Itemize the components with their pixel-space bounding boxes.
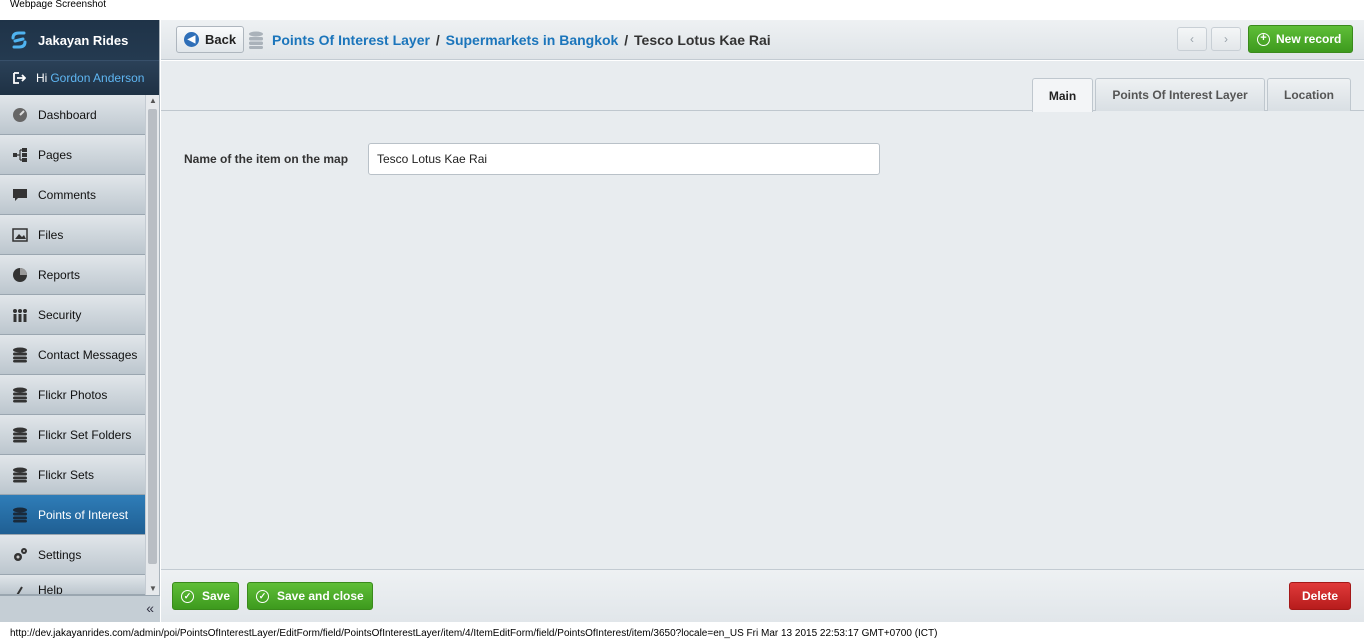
chevron-right-icon: › bbox=[1224, 32, 1228, 46]
save-and-close-button[interactable]: ✓ Save and close bbox=[247, 582, 373, 610]
check-circle-icon: ✓ bbox=[181, 589, 194, 603]
user-name-link[interactable]: Gordon Anderson bbox=[50, 71, 144, 85]
user-bar: Hi Gordon Anderson bbox=[0, 60, 159, 95]
next-record-button[interactable]: › bbox=[1211, 27, 1241, 51]
sidebar: Jakayan Rides Hi Gordon Anderson Dashboa… bbox=[0, 20, 160, 622]
scroll-thumb[interactable] bbox=[148, 109, 157, 564]
sidebar-item-help[interactable]: Help bbox=[0, 575, 145, 595]
breadcrumb-link-collection[interactable]: Supermarkets in Bangkok bbox=[446, 32, 619, 48]
sidebar-item-label: Flickr Sets bbox=[38, 467, 95, 482]
chevron-left-icon: ‹ bbox=[1190, 32, 1194, 46]
check-circle-icon: ✓ bbox=[256, 589, 269, 603]
sidebar-item-pages[interactable]: Pages bbox=[0, 135, 145, 175]
back-button[interactable]: ◀ Back bbox=[176, 26, 244, 53]
previous-record-button[interactable]: ‹ bbox=[1177, 27, 1207, 51]
help-icon bbox=[12, 583, 28, 594]
pie-chart-icon bbox=[12, 267, 28, 283]
tab-location[interactable]: Location bbox=[1267, 78, 1351, 111]
back-label: Back bbox=[205, 32, 237, 47]
breadcrumb-separator: / bbox=[624, 32, 629, 48]
database-icon bbox=[12, 387, 28, 403]
action-bar: ✓ Save ✓ Save and close Delete bbox=[161, 569, 1364, 622]
sidebar-item-label: Reports bbox=[38, 267, 81, 282]
sidebar-item-settings[interactable]: Settings bbox=[0, 535, 145, 575]
dashboard-icon bbox=[12, 107, 28, 123]
sidebar-item-label: Settings bbox=[38, 547, 82, 562]
sitemap-icon bbox=[12, 147, 28, 163]
sidebar-scrollbar[interactable]: ▲ ▼ bbox=[145, 95, 159, 595]
save-button[interactable]: ✓ Save bbox=[172, 582, 239, 610]
image-icon bbox=[12, 227, 28, 243]
sidebar-item-contact-messages[interactable]: Contact Messages bbox=[0, 335, 145, 375]
save-and-close-label: Save and close bbox=[277, 589, 364, 603]
logout-icon[interactable] bbox=[12, 71, 27, 85]
sidebar-item-label: Pages bbox=[38, 147, 73, 162]
main-menu: Dashboard Pages Comments Files Reports S… bbox=[0, 95, 145, 595]
sidebar-item-label: Contact Messages bbox=[38, 347, 138, 362]
app-name: Jakayan Rides bbox=[38, 32, 129, 48]
breadcrumb-separator: / bbox=[435, 32, 440, 48]
menu-wrap: Dashboard Pages Comments Files Reports S… bbox=[0, 95, 160, 595]
database-icon bbox=[12, 507, 28, 523]
sidebar-item-files[interactable]: Files bbox=[0, 215, 145, 255]
sidebar-item-flickr-set-folders[interactable]: Flickr Set Folders bbox=[0, 415, 145, 455]
sidebar-item-flickr-photos[interactable]: Flickr Photos bbox=[0, 375, 145, 415]
delete-button[interactable]: Delete bbox=[1289, 582, 1351, 610]
database-icon bbox=[12, 467, 28, 483]
tab-main[interactable]: Main bbox=[1032, 78, 1093, 112]
sidebar-item-label: Dashboard bbox=[38, 107, 97, 122]
sidebar-item-label: Comments bbox=[38, 187, 97, 202]
edit-form: Main Points Of Interest Layer Location N… bbox=[161, 61, 1364, 569]
database-icon bbox=[12, 427, 28, 443]
brand[interactable]: Jakayan Rides bbox=[0, 20, 159, 60]
plus-circle-icon: + bbox=[1257, 32, 1270, 46]
sidebar-item-points-of-interest[interactable]: Points of Interest bbox=[0, 495, 145, 535]
greeting: Hi bbox=[36, 71, 48, 85]
database-icon bbox=[12, 347, 28, 363]
gear-icon bbox=[12, 547, 28, 563]
sidebar-item-label: Help bbox=[38, 583, 63, 595]
new-record-button[interactable]: + New record bbox=[1248, 25, 1353, 53]
sidebar-item-label: Flickr Set Folders bbox=[38, 427, 132, 442]
breadcrumb-link-layer[interactable]: Points Of Interest Layer bbox=[272, 32, 430, 48]
collapse-sidebar-button[interactable]: « bbox=[146, 600, 154, 616]
scroll-down-arrow-icon[interactable]: ▼ bbox=[146, 583, 160, 595]
name-field[interactable] bbox=[368, 143, 880, 175]
sidebar-item-label: Flickr Photos bbox=[38, 387, 108, 402]
header-bar: ◀ Back Points Of Interest Layer / Superm… bbox=[161, 20, 1364, 60]
app-logo-icon bbox=[8, 29, 30, 51]
sidebar-item-comments[interactable]: Comments bbox=[0, 175, 145, 215]
sidebar-item-label: Security bbox=[38, 307, 82, 322]
comment-icon bbox=[12, 187, 28, 203]
new-record-label: New record bbox=[1276, 32, 1342, 46]
name-field-label: Name of the item on the map bbox=[184, 152, 349, 166]
sidebar-item-dashboard[interactable]: Dashboard bbox=[0, 95, 145, 135]
tab-points-of-interest-layer[interactable]: Points Of Interest Layer bbox=[1095, 78, 1265, 111]
window-caption: Webpage Screenshot bbox=[10, 0, 106, 10]
database-icon bbox=[248, 31, 264, 49]
scroll-up-arrow-icon[interactable]: ▲ bbox=[146, 95, 160, 107]
breadcrumb-current: Tesco Lotus Kae Rai bbox=[634, 32, 771, 48]
arrow-left-icon: ◀ bbox=[184, 32, 199, 47]
sidebar-item-flickr-sets[interactable]: Flickr Sets bbox=[0, 455, 145, 495]
users-icon bbox=[12, 307, 28, 323]
status-url-line: http://dev.jakayanrides.com/admin/poi/Po… bbox=[10, 628, 938, 639]
sidebar-item-label: Points of Interest bbox=[38, 507, 129, 522]
sidebar-item-label: Files bbox=[38, 227, 64, 242]
sidebar-collapse-bar: « bbox=[0, 595, 160, 622]
sidebar-item-security[interactable]: Security bbox=[0, 295, 145, 335]
breadcrumb: Points Of Interest Layer / Supermarkets … bbox=[272, 32, 771, 48]
save-label: Save bbox=[202, 589, 231, 603]
sidebar-item-reports[interactable]: Reports bbox=[0, 255, 145, 295]
